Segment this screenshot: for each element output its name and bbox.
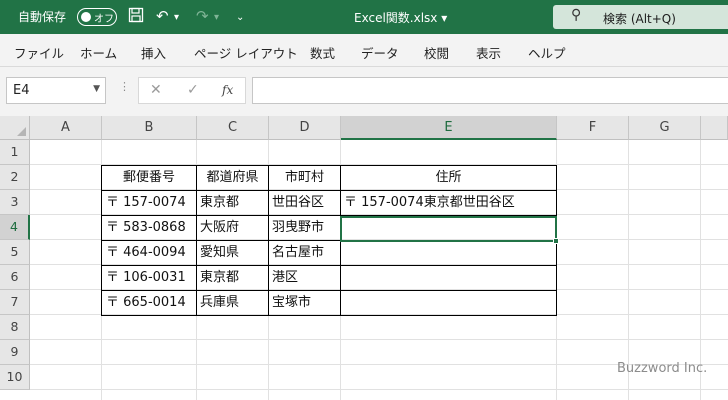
undo-dropdown-icon[interactable]: ▾ <box>174 9 179 27</box>
title-bar: 自動保存 オフ ↶ ▾ ↷ ▾ ⌄ Excel関数.xlsx ▾ ⚲ 検索 (A… <box>0 0 728 34</box>
search-icon: ⚲ <box>571 7 582 23</box>
cell-b2[interactable]: 郵便番号 <box>102 165 196 190</box>
enter-icon[interactable]: ✓ <box>187 82 199 98</box>
more-options-icon[interactable]: ⋮ <box>119 80 130 93</box>
column-header-h[interactable] <box>701 116 728 140</box>
file-name-arrow: ▾ <box>441 11 448 25</box>
cell-d4[interactable]: 羽曳野市 <box>272 215 324 240</box>
name-box[interactable]: E4 ▼ <box>6 77 106 104</box>
row-header-1[interactable]: 1 <box>0 140 30 165</box>
column-header-d[interactable]: D <box>269 116 341 140</box>
undo-icon[interactable]: ↶ <box>156 7 169 25</box>
cell-c2[interactable]: 都道府県 <box>197 165 268 190</box>
active-cell-selection[interactable] <box>340 216 559 244</box>
row-header-9[interactable]: 9 <box>0 340 30 365</box>
row-header-10[interactable]: 10 <box>0 365 30 390</box>
cell-b7[interactable]: 〒 665-0014 <box>106 290 186 315</box>
row-header-7[interactable]: 7 <box>0 290 30 315</box>
autosave-label: 自動保存 <box>18 10 67 24</box>
cell-b5[interactable]: 〒 464-0094 <box>106 240 186 265</box>
tab-page-layout[interactable]: ページ レイアウト <box>194 43 298 62</box>
cell-d2[interactable]: 市町村 <box>269 165 340 190</box>
search-box[interactable]: ⚲ 検索 (Alt+Q) <box>553 5 728 29</box>
column-header-b[interactable]: B <box>102 116 197 140</box>
cell-d3[interactable]: 世田谷区 <box>272 190 324 215</box>
toggle-knob <box>81 12 91 22</box>
column-header-f[interactable]: F <box>557 116 629 140</box>
cell-b6[interactable]: 〒 106-0031 <box>106 265 186 290</box>
redo-dropdown-icon[interactable]: ▾ <box>214 9 219 27</box>
cell-e2[interactable]: 住所 <box>341 165 556 190</box>
cell-c5[interactable]: 愛知県 <box>200 240 239 265</box>
column-header-g[interactable]: G <box>629 116 701 140</box>
tab-help[interactable]: ヘルプ <box>528 43 566 62</box>
autosave-toggle[interactable]: オフ <box>77 8 117 26</box>
cancel-icon[interactable]: ✕ <box>150 82 162 98</box>
tab-insert[interactable]: 挿入 <box>141 43 166 62</box>
row-header-6[interactable]: 6 <box>0 265 30 290</box>
cell-b4[interactable]: 〒 583-0868 <box>106 215 186 240</box>
tab-view[interactable]: 表示 <box>476 43 501 62</box>
formula-buttons: ✕ ✓ fx <box>138 77 246 104</box>
autosave-state: オフ <box>94 14 114 25</box>
formula-bar: E4 ▼ ⋮ ✕ ✓ fx <box>0 67 728 116</box>
name-box-value: E4 <box>13 83 30 98</box>
gridline <box>30 339 728 340</box>
ribbon-tabs: ファイル ホーム 挿入 ページ レイアウト 数式 データ 校閲 表示 ヘルプ <box>0 34 728 67</box>
fill-handle[interactable] <box>553 238 559 244</box>
search-placeholder: 検索 (Alt+Q) <box>603 12 676 26</box>
cell-d6[interactable]: 港区 <box>272 265 298 290</box>
formula-input[interactable] <box>252 77 728 104</box>
file-name-text: Excel関数.xlsx <box>354 11 438 25</box>
cell-d5[interactable]: 名古屋市 <box>272 240 324 265</box>
cell-d7[interactable]: 宝塚市 <box>272 290 311 315</box>
row-header-5[interactable]: 5 <box>0 240 30 265</box>
watermark: Buzzword Inc. <box>617 361 708 376</box>
tab-data[interactable]: データ <box>361 43 399 62</box>
cell-c3[interactable]: 東京都 <box>200 190 239 215</box>
row-header-3[interactable]: 3 <box>0 190 30 215</box>
column-header-a[interactable]: A <box>30 116 102 140</box>
row-header-4[interactable]: 4 <box>0 215 30 240</box>
cell-c4[interactable]: 大阪府 <box>200 215 239 240</box>
redo-icon[interactable]: ↷ <box>196 7 209 25</box>
name-box-dropdown-icon[interactable]: ▼ <box>93 84 100 94</box>
tab-home[interactable]: ホーム <box>80 43 117 62</box>
tab-file[interactable]: ファイル <box>14 43 64 62</box>
customize-toolbar-icon[interactable]: ⌄ <box>236 9 244 27</box>
row-header-8[interactable]: 8 <box>0 315 30 340</box>
column-header-e[interactable]: E <box>341 116 557 140</box>
gridline <box>30 389 728 390</box>
column-header-c[interactable]: C <box>197 116 269 140</box>
cell-b3[interactable]: 〒 157-0074 <box>106 190 186 215</box>
insert-function-icon[interactable]: fx <box>222 83 233 97</box>
cell-c6[interactable]: 東京都 <box>200 265 239 290</box>
cell-e3[interactable]: 〒 157-0074東京都世田谷区 <box>344 190 515 215</box>
row-header-2[interactable]: 2 <box>0 165 30 190</box>
tab-formulas[interactable]: 数式 <box>310 43 335 62</box>
tab-review[interactable]: 校閲 <box>424 43 449 62</box>
select-all-button[interactable] <box>0 116 30 140</box>
save-icon[interactable] <box>128 7 144 27</box>
cell-c7[interactable]: 兵庫県 <box>200 290 239 315</box>
file-name[interactable]: Excel関数.xlsx ▾ <box>354 9 447 26</box>
